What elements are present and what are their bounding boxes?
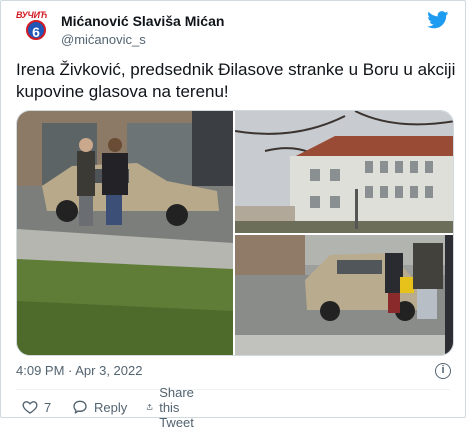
photo-car-closeup[interactable] <box>235 235 453 355</box>
reply-button[interactable]: Reply <box>72 397 127 417</box>
tweet-card: ВУЧИЋ 6 Mićanović Slaviša Mićan @mićanov… <box>0 0 466 430</box>
share-button[interactable]: Share this Tweet <box>146 385 203 430</box>
like-button[interactable]: 7 <box>22 397 51 417</box>
twitter-bird-icon[interactable] <box>427 11 449 29</box>
author-handle[interactable]: @mićanovic_s <box>61 32 146 47</box>
share-icon <box>146 403 153 410</box>
avatar-text: ВУЧИЋ <box>16 10 48 20</box>
avatar[interactable]: ВУЧИЋ 6 <box>16 10 51 43</box>
photo-car-parking[interactable] <box>17 111 233 355</box>
like-count: 7 <box>44 399 52 415</box>
tweet-header: ВУЧИЋ 6 Mićanović Slaviša Mićan @mićanov… <box>16 10 451 51</box>
photo-building[interactable] <box>235 111 453 233</box>
reply-bubble-icon <box>73 400 87 414</box>
reply-label: Reply <box>94 399 128 415</box>
divider <box>16 389 450 390</box>
heart-icon <box>22 401 38 414</box>
tweet-timestamp[interactable]: 4:09 PM · Apr 3, 2022 <box>16 363 142 378</box>
tweet-text: Irena Živković, predsednik Đilasove stra… <box>16 60 456 101</box>
media-grid <box>16 110 454 356</box>
avatar-number: 6 <box>26 20 46 40</box>
author-name[interactable]: Mićanović Slaviša Mićan <box>61 13 224 29</box>
info-icon[interactable]: i <box>435 363 451 379</box>
share-label: Share this Tweet <box>159 384 194 430</box>
